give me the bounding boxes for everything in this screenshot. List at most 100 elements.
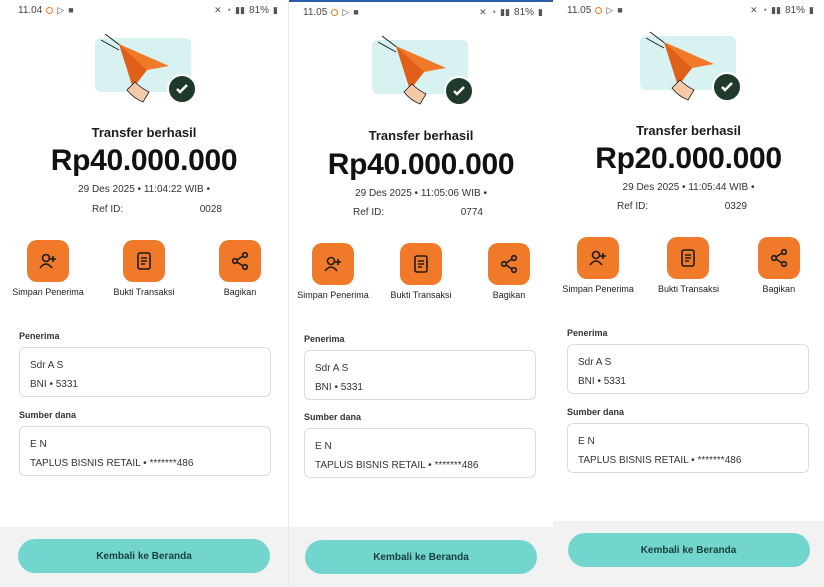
transaction-proof-label: Bukti Transaksi xyxy=(390,290,452,300)
transfer-amount: Rp20.000.000 xyxy=(595,142,782,175)
add-person-icon xyxy=(27,240,69,282)
transaction-proof-button[interactable]: Bukti Transaksi xyxy=(107,240,181,298)
source-name: E N xyxy=(578,436,595,447)
recipient-name: Sdr A S xyxy=(30,360,64,371)
save-recipient-button[interactable]: Simpan Penerima xyxy=(11,240,85,298)
status-time: 11.05 xyxy=(567,4,592,16)
battery-level: 81% xyxy=(785,4,806,16)
recipient-name: Sdr A S xyxy=(578,357,612,368)
share-icon xyxy=(757,237,800,279)
success-title: Transfer berhasil xyxy=(636,123,741,138)
receipt-icon xyxy=(400,243,442,285)
notification-icon xyxy=(46,6,54,14)
recipient-card: Sdr A S BNI • 5331 xyxy=(567,344,809,394)
play-icon: ▷ xyxy=(57,4,65,15)
action-row: Simpan Penerima Bukti Transaksi Bagikan xyxy=(553,237,824,295)
signal-icon: ▮▮ xyxy=(235,4,246,15)
transaction-proof-button[interactable]: Bukti Transaksi xyxy=(651,237,725,295)
recipient-section-label: Penerima xyxy=(567,328,608,338)
receipt-icon xyxy=(667,237,710,279)
source-card: E N TAPLUS BISNIS RETAIL • *******486 xyxy=(304,428,536,478)
transfer-datetime: 29 Des 2025 • 11:05:44 WIB • xyxy=(622,182,755,193)
play-icon: ▷ xyxy=(342,6,350,17)
transaction-proof-button[interactable]: Bukti Transaksi xyxy=(384,243,458,301)
source-name: E N xyxy=(315,441,332,452)
mute-icon: ✕ xyxy=(750,4,758,15)
share-button[interactable]: Bagikan xyxy=(203,240,277,298)
wifi-icon: ◔ xyxy=(225,5,232,15)
transfer-receipt-screen-3: 11.05 ▷ ■ ✕ ◔ ▮▮ 81% ▮ Transfer berhasil… xyxy=(553,0,824,587)
action-row: Simpan Penerima Bukti Transaksi Bagikan xyxy=(289,243,553,301)
notification-icon xyxy=(595,6,603,14)
share-button[interactable]: Bagikan xyxy=(742,237,816,295)
wifi-icon: ◔ xyxy=(761,5,768,15)
transfer-amount: Rp40.000.000 xyxy=(50,144,238,177)
ref-id-label: Ref ID: xyxy=(617,201,649,212)
mute-icon: ✕ xyxy=(479,6,487,17)
footer-bar: Kembali ke Beranda xyxy=(289,527,553,587)
add-person-icon xyxy=(577,237,620,279)
ref-id-label: Ref ID: xyxy=(353,207,385,218)
success-check-icon xyxy=(711,72,742,102)
source-account: TAPLUS BISNIS RETAIL • *******486 xyxy=(315,460,479,471)
save-recipient-label: Simpan Penerima xyxy=(12,287,84,297)
ref-id-row: Ref ID: 0329 xyxy=(617,201,747,215)
share-label: Bagikan xyxy=(223,287,257,297)
notification-icon xyxy=(331,8,339,16)
source-section-label: Sumber dana xyxy=(19,410,77,420)
transfer-amount: Rp40.000.000 xyxy=(327,148,515,181)
add-person-icon xyxy=(312,243,354,285)
source-account: TAPLUS BISNIS RETAIL • *******486 xyxy=(578,455,742,466)
screenshot-collage: 11.04 ▷ ■ ✕ ◔ ▮▮ 81% ▮ Transfer berhasil… xyxy=(0,0,824,587)
back-to-home-button[interactable]: Kembali ke Beranda xyxy=(18,539,270,573)
save-recipient-button[interactable]: Simpan Penerima xyxy=(296,243,370,301)
success-illustration xyxy=(366,32,476,106)
transfer-datetime: 29 Des 2025 • 11:04:22 WIB • xyxy=(78,184,210,195)
battery-level: 81% xyxy=(249,4,270,16)
save-recipient-button[interactable]: Simpan Penerima xyxy=(561,237,635,295)
ref-id-value: 0774 xyxy=(460,207,483,218)
signal-icon: ▮▮ xyxy=(500,6,511,17)
recipient-section-label: Penerima xyxy=(19,331,60,341)
recipient-card: Sdr A S BNI • 5331 xyxy=(304,350,536,400)
mute-icon: ✕ xyxy=(214,4,222,15)
receipt-icon xyxy=(123,240,165,282)
recipient-bank-account: BNI • 5331 xyxy=(578,376,626,387)
footer-bar: Kembali ke Beranda xyxy=(553,521,824,587)
share-icon xyxy=(219,240,261,282)
ref-id-row: Ref ID: 0774 xyxy=(353,207,483,221)
back-to-home-button[interactable]: Kembali ke Beranda xyxy=(567,533,810,567)
ref-id-row: Ref ID: 0028 xyxy=(92,204,222,218)
status-bar: 11.05 ▷ ■ ✕ ◔ ▮▮ 81% ▮ xyxy=(289,2,553,22)
battery-icon: ▮ xyxy=(538,6,543,17)
share-label: Bagikan xyxy=(492,290,526,300)
success-illustration xyxy=(634,28,744,102)
battery-icon: ▮ xyxy=(809,4,814,15)
transfer-receipt-screen-1: 11.04 ▷ ■ ✕ ◔ ▮▮ 81% ▮ Transfer berhasil… xyxy=(0,0,288,587)
action-row: Simpan Penerima Bukti Transaksi Bagikan xyxy=(0,240,288,298)
source-card: E N TAPLUS BISNIS RETAIL • *******486 xyxy=(19,426,271,476)
back-to-home-button[interactable]: Kembali ke Beranda xyxy=(305,540,537,574)
source-name: E N xyxy=(30,439,47,450)
transaction-proof-label: Bukti Transaksi xyxy=(113,287,175,297)
battery-level: 81% xyxy=(514,6,535,18)
recipient-bank-account: BNI • 5331 xyxy=(315,382,363,393)
message-icon: ■ xyxy=(353,7,359,17)
source-account: TAPLUS BISNIS RETAIL • *******486 xyxy=(30,458,194,469)
success-title: Transfer berhasil xyxy=(368,128,474,143)
recipient-name: Sdr A S xyxy=(315,363,349,374)
signal-icon: ▮▮ xyxy=(771,4,782,15)
success-check-icon xyxy=(444,76,474,106)
success-illustration xyxy=(89,30,199,104)
status-time: 11.05 xyxy=(303,6,328,18)
success-title: Transfer berhasil xyxy=(91,125,197,140)
success-check-icon xyxy=(167,74,197,104)
ref-id-value: 0028 xyxy=(199,204,222,215)
transfer-receipt-screen-2: 11.05 ▷ ■ ✕ ◔ ▮▮ 81% ▮ Transfer berhasil… xyxy=(289,0,553,587)
source-section-label: Sumber dana xyxy=(304,412,362,422)
status-bar: 11.05 ▷ ■ ✕ ◔ ▮▮ 81% ▮ xyxy=(553,0,824,20)
ref-id-value: 0329 xyxy=(724,201,747,212)
battery-icon: ▮ xyxy=(273,4,278,15)
transfer-datetime: 29 Des 2025 • 11:05:06 WIB • xyxy=(355,188,487,199)
share-button[interactable]: Bagikan xyxy=(472,243,546,301)
